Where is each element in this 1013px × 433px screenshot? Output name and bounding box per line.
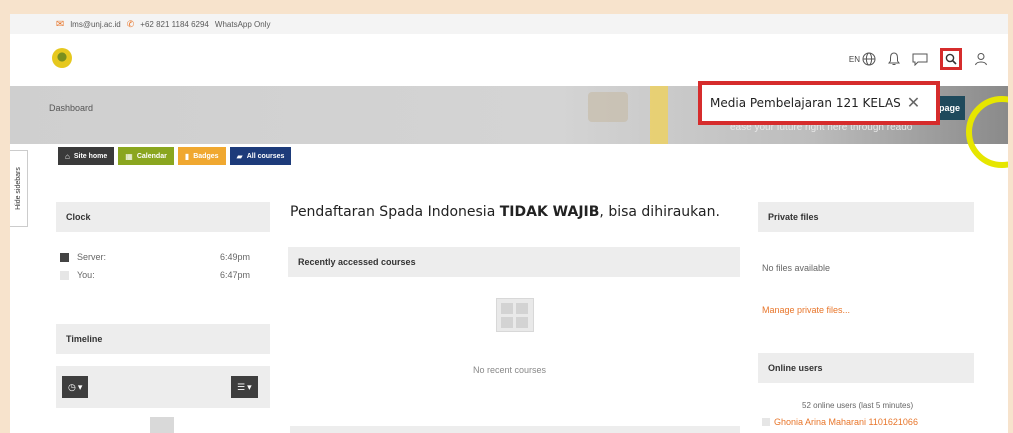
hide-sidebars-tab[interactable]: Hide sidebars xyxy=(10,150,28,227)
calendar-icon: ▦ xyxy=(125,151,133,161)
private-files-title: Private files xyxy=(768,212,819,222)
language-selector[interactable]: EN xyxy=(849,52,876,66)
no-courses-illustration xyxy=(496,298,534,332)
user-clock-icon xyxy=(60,270,69,280)
timeline-block-header: Timeline xyxy=(56,324,270,354)
search-query-text[interactable]: Media Pembelajaran 121 KELAS xyxy=(710,96,901,110)
clock-filter-icon: ◷ xyxy=(68,381,76,392)
clock-server-row: Server: 6:49pm xyxy=(60,252,250,262)
banner-arc-decoration xyxy=(966,96,1008,168)
chevron-down-icon: ▾ xyxy=(247,381,252,392)
clock-block-title: Clock xyxy=(66,212,91,222)
breadcrumb-dashboard[interactable]: Dashboard xyxy=(49,103,93,113)
bookmark-icon: ▮ xyxy=(184,151,190,161)
online-user-item[interactable]: Ghonia Arina Maharani 1101621066 xyxy=(762,417,918,427)
all-courses-button[interactable]: ▰ All courses xyxy=(229,147,292,165)
contact-bar: ✉ lms@unj.ac.id ✆ +62 821 1184 6294 What… xyxy=(10,14,1008,34)
contact-phone[interactable]: +62 821 1184 6294 xyxy=(140,20,209,29)
clock-server-label: Server: xyxy=(77,252,107,262)
private-files-header: Private files xyxy=(758,202,974,232)
user-icon[interactable] xyxy=(974,52,988,66)
navbar-actions: EN xyxy=(849,48,988,70)
next-block-header xyxy=(290,426,740,433)
bell-icon[interactable] xyxy=(888,52,900,66)
contact-email[interactable]: lms@unj.ac.id xyxy=(70,20,120,29)
online-users-summary: 52 online users (last 5 minutes) xyxy=(802,401,914,410)
headline-prefix: Pendaftaran Spada Indonesia xyxy=(290,204,500,220)
close-icon[interactable]: ✕ xyxy=(907,95,920,111)
calendar-button[interactable]: ▦ Calendar xyxy=(118,147,174,165)
private-files-empty: No files available xyxy=(762,263,831,273)
search-icon xyxy=(945,53,957,65)
browser-viewport: ✉ lms@unj.ac.id ✆ +62 821 1184 6294 What… xyxy=(10,14,1008,433)
site-home-button[interactable]: ⌂ Site home xyxy=(58,147,115,165)
recent-courses-header: Recently accessed courses xyxy=(288,247,740,277)
home-icon: ⌂ xyxy=(65,151,70,161)
mail-icon: ✉ xyxy=(56,18,65,30)
timeline-filter-dropdown[interactable]: ◷ ▾ xyxy=(62,376,89,398)
timeline-empty-illustration xyxy=(150,417,174,433)
calendar-label: Calendar xyxy=(136,152,167,160)
timeline-block-title: Timeline xyxy=(66,334,103,344)
clock-you-label: You: xyxy=(77,270,95,280)
quick-links: ⌂ Site home ▦ Calendar ▮ Badges ▰ All co… xyxy=(58,147,292,165)
globe-icon xyxy=(862,52,876,66)
chat-icon[interactable] xyxy=(912,53,928,66)
online-users-header: Online users xyxy=(758,353,974,383)
timeline-sort-dropdown[interactable]: ☰ ▾ xyxy=(231,376,258,398)
sort-icon: ☰ xyxy=(237,381,246,392)
headline-emphasis: TIDAK WAJIB xyxy=(499,204,600,220)
announcement-headline: Pendaftaran Spada Indonesia TIDAK WAJIB,… xyxy=(290,204,720,220)
server-icon xyxy=(60,252,69,262)
user-avatar xyxy=(762,418,770,426)
search-toggle-button[interactable] xyxy=(940,48,962,70)
contact-whatsapp-note: WhatsApp Only xyxy=(214,19,271,29)
clock-server-time: 6:49pm xyxy=(220,252,251,262)
clock-you-row: You: 6:47pm xyxy=(60,270,250,280)
site-home-label: Site home xyxy=(73,152,108,160)
badges-button[interactable]: ▮ Badges xyxy=(177,147,226,165)
all-courses-label: All courses xyxy=(246,152,285,160)
search-popup[interactable]: Media Pembelajaran 121 KELAS ✕ xyxy=(698,81,940,125)
badges-label: Badges xyxy=(193,152,219,160)
recent-courses-title: Recently accessed courses xyxy=(298,257,416,267)
online-user-name[interactable]: Ghonia Arina Maharani 1101621066 xyxy=(774,417,918,427)
recent-courses-empty-text: No recent courses xyxy=(473,365,547,375)
banner-illustration xyxy=(588,92,628,122)
online-users-title: Online users xyxy=(768,363,823,373)
hide-sidebars-label: Hide sidebars xyxy=(15,167,22,210)
clock-you-time: 6:47pm xyxy=(220,270,251,280)
language-code: EN xyxy=(848,54,860,64)
manage-private-files-link[interactable]: Manage private files... xyxy=(762,305,850,315)
navbar: EN xyxy=(10,34,1008,87)
banner-stripe xyxy=(650,86,668,144)
site-logo[interactable] xyxy=(52,48,72,68)
book-icon: ▰ xyxy=(236,151,243,161)
headline-suffix: , bisa dihiraukan. xyxy=(599,204,720,220)
chevron-down-icon: ▾ xyxy=(77,381,83,392)
phone-icon: ✆ xyxy=(126,18,135,29)
clock-block-header: Clock xyxy=(56,202,270,232)
